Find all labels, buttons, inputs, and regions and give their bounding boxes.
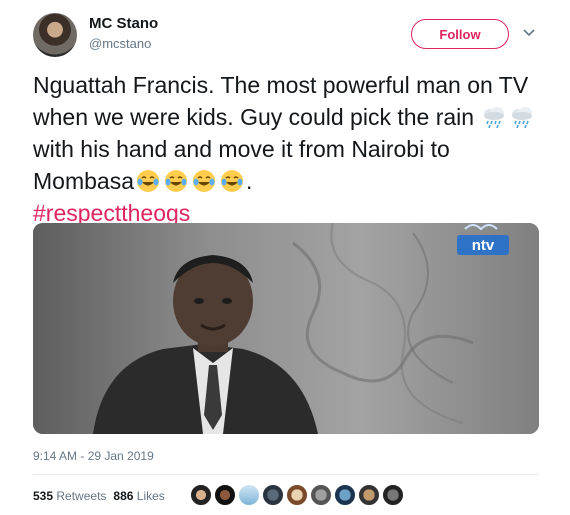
- liker-avatar[interactable]: [238, 484, 260, 506]
- liker-avatar[interactable]: [190, 484, 212, 506]
- author-name[interactable]: MC Stano: [89, 15, 158, 32]
- face-with-tears-of-joy-icon: [219, 168, 245, 194]
- face-with-tears-of-joy-icon: [191, 168, 217, 194]
- liker-avatars: [190, 484, 404, 506]
- retweets-stat[interactable]: 535 Retweets: [33, 489, 106, 503]
- face-with-tears-of-joy-icon: [163, 168, 189, 194]
- tweet-timestamp[interactable]: 9:14 AM - 29 Jan 2019: [33, 449, 154, 463]
- liker-avatar[interactable]: [214, 484, 236, 506]
- likes-stat[interactable]: 886 Likes: [113, 489, 164, 503]
- liker-avatar[interactable]: [382, 484, 404, 506]
- author-avatar[interactable]: [33, 13, 77, 57]
- cloud-with-rain-icon: [481, 104, 507, 130]
- author-handle[interactable]: @mcstano: [89, 36, 151, 51]
- liker-avatar[interactable]: [262, 484, 284, 506]
- liker-avatar[interactable]: [286, 484, 308, 506]
- liker-avatar[interactable]: [358, 484, 380, 506]
- liker-avatar[interactable]: [334, 484, 356, 506]
- ntv-logo-text: ntv: [472, 237, 495, 254]
- chevron-down-icon[interactable]: [522, 26, 536, 40]
- tweet-text-part1: Nguattah Francis. The most powerful man …: [33, 72, 529, 130]
- divider: [33, 474, 539, 475]
- tweet-media-video[interactable]: ntv: [33, 223, 539, 434]
- cloud-with-rain-icon: [509, 104, 535, 130]
- face-with-tears-of-joy-icon: [135, 168, 161, 194]
- tweet-text: Nguattah Francis. The most powerful man …: [33, 69, 543, 229]
- follow-button[interactable]: Follow: [411, 19, 509, 49]
- liker-avatar[interactable]: [310, 484, 332, 506]
- tweet-stats: 535 Retweets 886 Likes: [33, 489, 165, 503]
- tweet-text-part3: .: [245, 168, 253, 194]
